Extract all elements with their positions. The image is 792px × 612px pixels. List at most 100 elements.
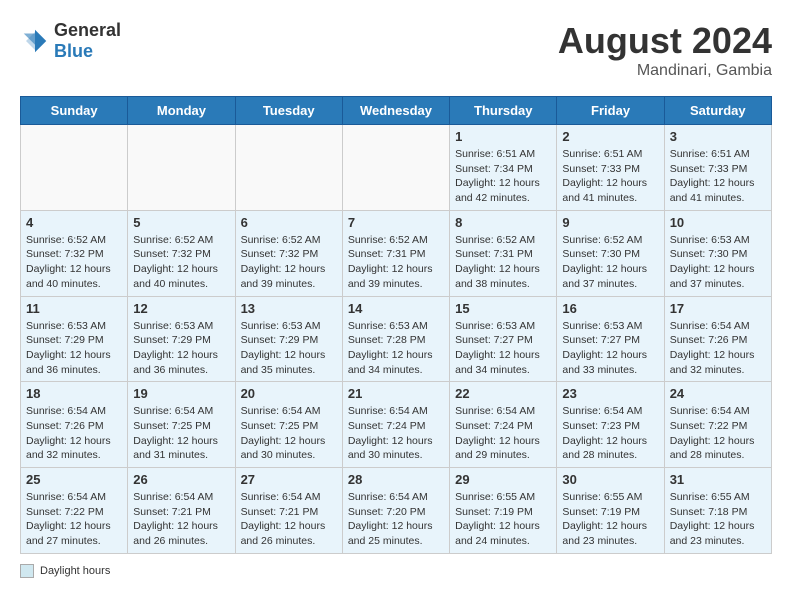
- day-number: 3: [670, 129, 766, 144]
- day-info: Sunrise: 6:53 AMSunset: 7:27 PMDaylight:…: [562, 319, 658, 378]
- calendar-cell: 8 Sunrise: 6:52 AMSunset: 7:31 PMDaylight…: [450, 210, 557, 296]
- page-header: General Blue August 2024 Mandinari, Gamb…: [20, 20, 772, 80]
- month-year: August 2024: [558, 20, 772, 62]
- daylight-label: Daylight hours: [40, 565, 110, 577]
- day-number: 12: [133, 301, 229, 316]
- calendar-cell: 1 Sunrise: 6:51 AMSunset: 7:34 PMDaylight…: [450, 125, 557, 211]
- day-info: Sunrise: 6:51 AMSunset: 7:33 PMDaylight:…: [670, 147, 766, 206]
- calendar-cell: 25 Sunrise: 6:54 AMSunset: 7:22 PMDayligh…: [21, 468, 128, 554]
- day-number: 11: [26, 301, 122, 316]
- day-info: Sunrise: 6:55 AMSunset: 7:19 PMDaylight:…: [455, 490, 551, 549]
- day-info: Sunrise: 6:52 AMSunset: 7:31 PMDaylight:…: [455, 233, 551, 292]
- calendar-cell: 2 Sunrise: 6:51 AMSunset: 7:33 PMDaylight…: [557, 125, 664, 211]
- day-info: Sunrise: 6:51 AMSunset: 7:34 PMDaylight:…: [455, 147, 551, 206]
- logo-text: General Blue: [54, 20, 121, 62]
- day-info: Sunrise: 6:55 AMSunset: 7:19 PMDaylight:…: [562, 490, 658, 549]
- day-number: 26: [133, 472, 229, 487]
- day-number: 2: [562, 129, 658, 144]
- logo-general: General: [54, 20, 121, 40]
- footer-note: Daylight hours: [20, 564, 772, 578]
- calendar-cell: 15 Sunrise: 6:53 AMSunset: 7:27 PMDayligh…: [450, 296, 557, 382]
- day-number: 1: [455, 129, 551, 144]
- calendar-cell: 5 Sunrise: 6:52 AMSunset: 7:32 PMDaylight…: [128, 210, 235, 296]
- day-info: Sunrise: 6:54 AMSunset: 7:22 PMDaylight:…: [26, 490, 122, 549]
- weekday-wednesday: Wednesday: [342, 97, 449, 125]
- weekday-saturday: Saturday: [664, 97, 771, 125]
- calendar-cell: 3 Sunrise: 6:51 AMSunset: 7:33 PMDaylight…: [664, 125, 771, 211]
- calendar-cell: 7Sunrise: 6:52 AMSunset: 7:31 PMDaylight…: [342, 210, 449, 296]
- daylight-legend-box: [20, 564, 34, 578]
- day-number: 8: [455, 215, 551, 230]
- calendar-cell: 20Sunrise: 6:54 AMSunset: 7:25 PMDayligh…: [235, 382, 342, 468]
- calendar-cell: 9Sunrise: 6:52 AMSunset: 7:30 PMDaylight…: [557, 210, 664, 296]
- day-info: Sunrise: 6:53 AMSunset: 7:29 PMDaylight:…: [26, 319, 122, 378]
- day-info: Sunrise: 6:52 AMSunset: 7:32 PMDaylight:…: [133, 233, 229, 292]
- calendar-cell: 19 Sunrise: 6:54 AMSunset: 7:25 PMDayligh…: [128, 382, 235, 468]
- day-number: 21: [348, 386, 444, 401]
- day-number: 30: [562, 472, 658, 487]
- calendar-cell: 22 Sunrise: 6:54 AMSunset: 7:24 PMDayligh…: [450, 382, 557, 468]
- day-number: 6: [241, 215, 337, 230]
- calendar-table: SundayMondayTuesdayWednesdayThursdayFrid…: [20, 96, 772, 554]
- day-number: 13: [241, 301, 337, 316]
- calendar-cell: 14 Sunrise: 6:53 AMSunset: 7:28 PMDayligh…: [342, 296, 449, 382]
- location: Mandinari, Gambia: [558, 62, 772, 80]
- calendar-cell: 13 Sunrise: 6:53 AMSunset: 7:29 PMDayligh…: [235, 296, 342, 382]
- day-info: Sunrise: 6:52 AMSunset: 7:32 PMDaylight:…: [26, 233, 122, 292]
- day-number: 10: [670, 215, 766, 230]
- day-number: 23: [562, 386, 658, 401]
- calendar-week-2: 11 Sunrise: 6:53 AMSunset: 7:29 PMDayligh…: [21, 296, 772, 382]
- calendar-cell: 29 Sunrise: 6:55 AMSunset: 7:19 PMDayligh…: [450, 468, 557, 554]
- calendar-cell: 16Sunrise: 6:53 AMSunset: 7:27 PMDayligh…: [557, 296, 664, 382]
- day-info: Sunrise: 6:53 AMSunset: 7:28 PMDaylight:…: [348, 319, 444, 378]
- calendar-cell: 31Sunrise: 6:55 AMSunset: 7:18 PMDayligh…: [664, 468, 771, 554]
- calendar-cell: 12 Sunrise: 6:53 AMSunset: 7:29 PMDayligh…: [128, 296, 235, 382]
- weekday-sunday: Sunday: [21, 97, 128, 125]
- calendar-cell: 28 Sunrise: 6:54 AMSunset: 7:20 PMDayligh…: [342, 468, 449, 554]
- calendar-week-3: 18 Sunrise: 6:54 AMSunset: 7:26 PMDayligh…: [21, 382, 772, 468]
- day-info: Sunrise: 6:53 AMSunset: 7:27 PMDaylight:…: [455, 319, 551, 378]
- day-info: Sunrise: 6:54 AMSunset: 7:24 PMDaylight:…: [455, 404, 551, 463]
- day-number: 24: [670, 386, 766, 401]
- calendar-cell: 21 Sunrise: 6:54 AMSunset: 7:24 PMDayligh…: [342, 382, 449, 468]
- day-info: Sunrise: 6:53 AMSunset: 7:29 PMDaylight:…: [241, 319, 337, 378]
- day-info: Sunrise: 6:54 AMSunset: 7:22 PMDaylight:…: [670, 404, 766, 463]
- calendar-cell: 23Sunrise: 6:54 AMSunset: 7:23 PMDayligh…: [557, 382, 664, 468]
- day-number: 19: [133, 386, 229, 401]
- day-number: 14: [348, 301, 444, 316]
- title-area: August 2024 Mandinari, Gambia: [558, 20, 772, 80]
- day-info: Sunrise: 6:54 AMSunset: 7:21 PMDaylight:…: [133, 490, 229, 549]
- day-number: 18: [26, 386, 122, 401]
- day-info: Sunrise: 6:54 AMSunset: 7:20 PMDaylight:…: [348, 490, 444, 549]
- day-info: Sunrise: 6:52 AMSunset: 7:30 PMDaylight:…: [562, 233, 658, 292]
- calendar-cell: 11 Sunrise: 6:53 AMSunset: 7:29 PMDayligh…: [21, 296, 128, 382]
- weekday-thursday: Thursday: [450, 97, 557, 125]
- calendar-cell: [342, 125, 449, 211]
- day-number: 28: [348, 472, 444, 487]
- day-info: Sunrise: 6:54 AMSunset: 7:25 PMDaylight:…: [133, 404, 229, 463]
- day-number: 25: [26, 472, 122, 487]
- weekday-monday: Monday: [128, 97, 235, 125]
- day-info: Sunrise: 6:55 AMSunset: 7:18 PMDaylight:…: [670, 490, 766, 549]
- day-number: 29: [455, 472, 551, 487]
- logo-blue: Blue: [54, 41, 93, 61]
- day-number: 20: [241, 386, 337, 401]
- calendar-cell: [21, 125, 128, 211]
- day-info: Sunrise: 6:51 AMSunset: 7:33 PMDaylight:…: [562, 147, 658, 206]
- weekday-friday: Friday: [557, 97, 664, 125]
- day-info: Sunrise: 6:53 AMSunset: 7:29 PMDaylight:…: [133, 319, 229, 378]
- calendar-cell: 26 Sunrise: 6:54 AMSunset: 7:21 PMDayligh…: [128, 468, 235, 554]
- logo: General Blue: [20, 20, 121, 62]
- day-number: 4: [26, 215, 122, 230]
- day-number: 7: [348, 215, 444, 230]
- day-number: 17: [670, 301, 766, 316]
- day-info: Sunrise: 6:54 AMSunset: 7:24 PMDaylight:…: [348, 404, 444, 463]
- day-number: 5: [133, 215, 229, 230]
- calendar-week-0: 1 Sunrise: 6:51 AMSunset: 7:34 PMDaylight…: [21, 125, 772, 211]
- day-info: Sunrise: 6:54 AMSunset: 7:26 PMDaylight:…: [26, 404, 122, 463]
- day-number: 22: [455, 386, 551, 401]
- calendar-cell: 4 Sunrise: 6:52 AMSunset: 7:32 PMDaylight…: [21, 210, 128, 296]
- day-number: 15: [455, 301, 551, 316]
- day-info: Sunrise: 6:52 AMSunset: 7:32 PMDaylight:…: [241, 233, 337, 292]
- day-number: 27: [241, 472, 337, 487]
